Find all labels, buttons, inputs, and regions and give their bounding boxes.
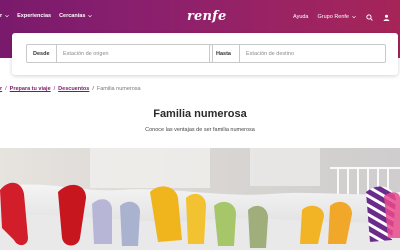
breadcrumb-separator: / (92, 86, 94, 92)
breadcrumb-link[interactable]: r (0, 86, 2, 92)
destination-field[interactable]: Hasta (209, 44, 386, 63)
breadcrumb: r / Prepara tu viaje / Descuentos / Fami… (0, 86, 141, 92)
search-icon[interactable] (365, 13, 373, 21)
help-link[interactable]: Ayuda (293, 14, 309, 20)
nav-item-cercanias[interactable]: Cercanías (59, 13, 93, 19)
nav-item-label: r (0, 13, 3, 19)
page-subtitle: Conoce las ventajas de ser familia numer… (145, 127, 255, 133)
breadcrumb-link[interactable]: Prepara tu viaje (10, 86, 51, 92)
nav-item-partial[interactable]: r (0, 13, 9, 19)
page-title: Familia numerosa (153, 108, 247, 120)
destination-input[interactable] (240, 50, 385, 57)
nav-item-label: Cercanías (59, 13, 86, 19)
breadcrumb-separator: / (5, 86, 7, 92)
breadcrumb-current: Familia numerosa (96, 86, 141, 92)
renfe-logo[interactable]: renfe (187, 9, 226, 24)
main-nav: r Experiencias Cercanías (0, 13, 93, 19)
origin-label: Desde (27, 45, 57, 62)
hero-image (0, 148, 400, 250)
page: r Experiencias Cercanías renfe Ayuda Gru… (0, 0, 400, 250)
chevron-down-icon (352, 15, 356, 19)
nav-item-label: Experiencias (17, 13, 52, 19)
group-menu-label: Grupo Renfe (317, 14, 350, 20)
user-icon[interactable] (382, 13, 390, 21)
trip-search-card: Desde Hasta (12, 33, 398, 75)
utility-nav: Ayuda Grupo Renfe (293, 13, 390, 21)
breadcrumb-link[interactable]: Descuentos (58, 86, 89, 92)
breadcrumb-separator: / (53, 86, 56, 92)
nav-item-experiencias[interactable]: Experiencias (17, 13, 51, 19)
group-menu[interactable]: Grupo Renfe (318, 14, 357, 20)
origin-input[interactable] (57, 50, 212, 57)
chevron-down-icon (5, 14, 9, 18)
destination-label: Hasta (210, 45, 240, 62)
chevron-down-icon (88, 14, 93, 18)
feet-in-socks-illustration (0, 148, 400, 250)
origin-field[interactable]: Desde (26, 44, 213, 63)
